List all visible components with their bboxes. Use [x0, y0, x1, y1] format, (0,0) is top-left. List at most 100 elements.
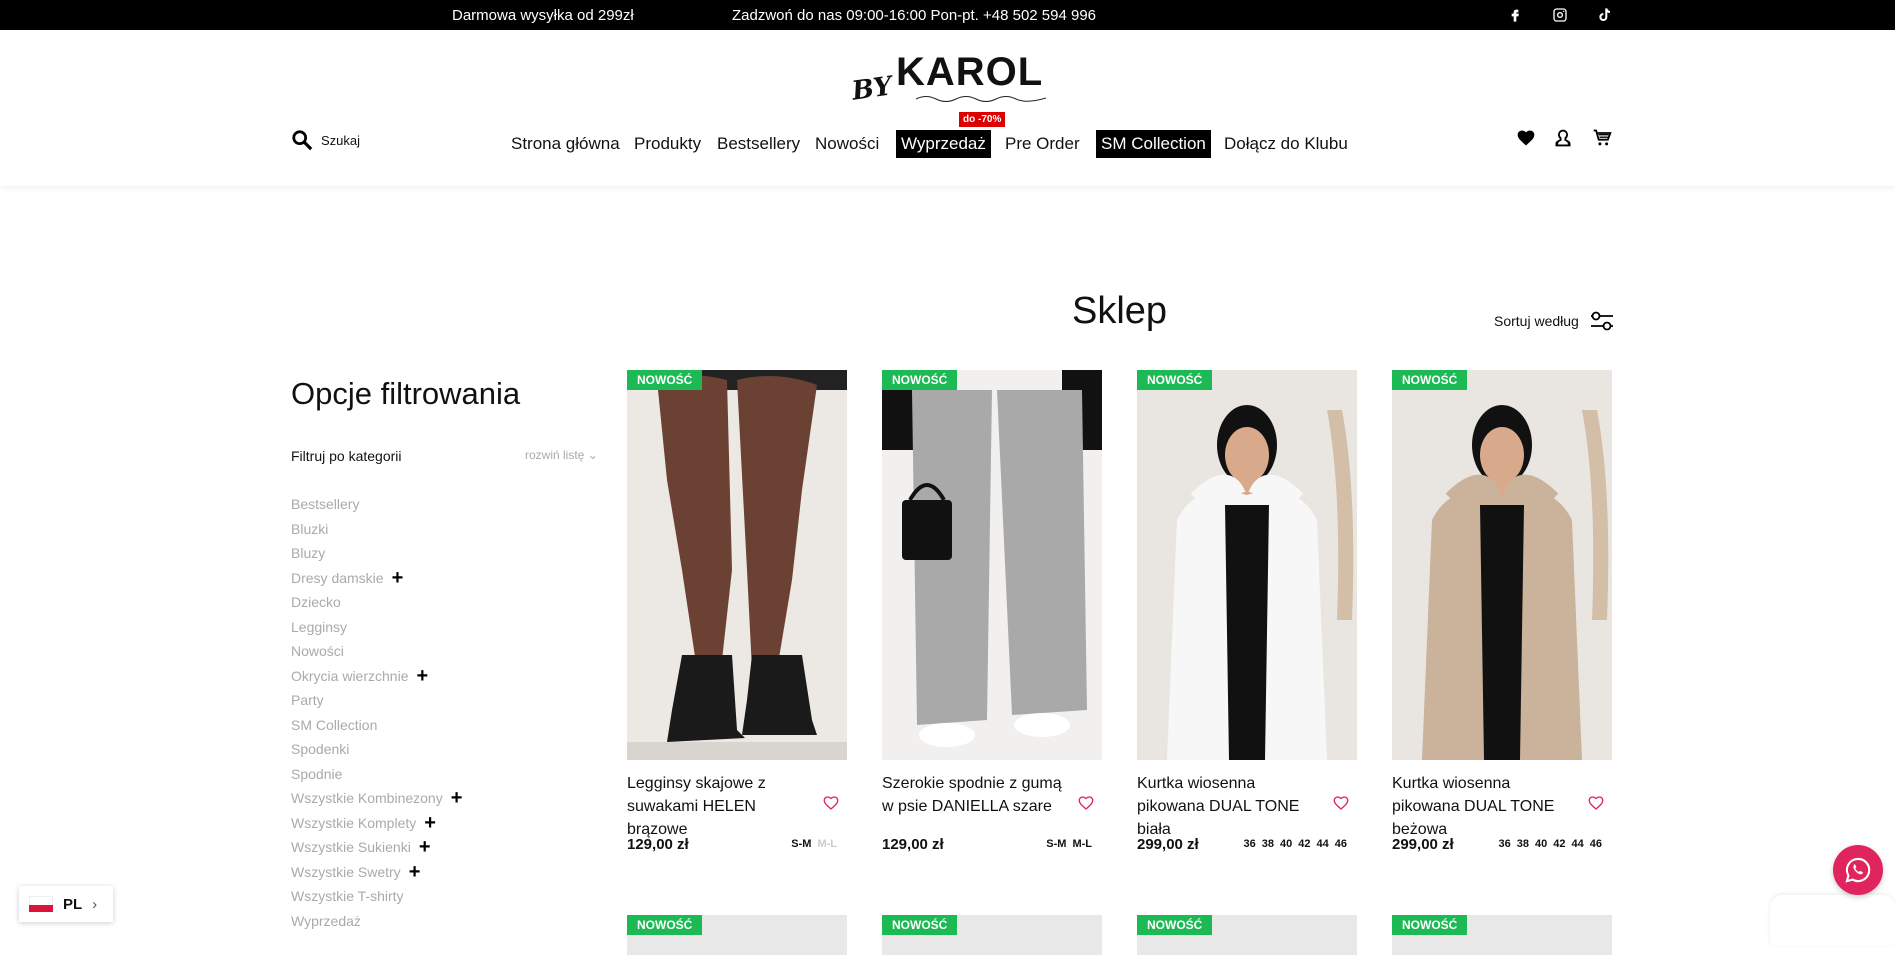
size-option[interactable]: M-L	[1072, 838, 1092, 850]
size-list: 36 38 40 42 44 46	[1244, 838, 1348, 850]
product-card[interactable]: NOWOŚĆ	[627, 915, 847, 955]
plus-icon[interactable]: +	[419, 837, 431, 857]
size-option[interactable]: 46	[1335, 838, 1347, 850]
account-icon[interactable]	[1551, 126, 1575, 150]
size-option[interactable]: S-M	[791, 838, 811, 850]
cart-icon[interactable]	[1590, 126, 1614, 150]
product-card[interactable]: NOWOŚĆ Kurtka wiosenna pikowana DUAL TONE…	[1137, 370, 1357, 853]
category-label: Okrycia wierzchnie	[291, 667, 409, 684]
category-item[interactable]: Party	[291, 688, 462, 713]
product-image-wrap[interactable]: NOWOŚĆ	[882, 370, 1102, 760]
category-item[interactable]: Bestsellery	[291, 492, 462, 517]
category-item[interactable]: Wszystkie Swetry +	[291, 860, 462, 885]
category-item[interactable]: Dresy damskie +	[291, 566, 462, 591]
tiktok-icon[interactable]	[1594, 5, 1614, 25]
page-title: Sklep	[1072, 290, 1168, 332]
product-image[interactable]	[1137, 370, 1357, 760]
plus-icon[interactable]: +	[451, 788, 463, 808]
category-item[interactable]: Wyprzedaż	[291, 909, 462, 934]
category-label: Wszystkie Swetry	[291, 863, 401, 880]
product-name[interactable]: Szerokie spodnie z gumą w psie DANIELLA …	[882, 772, 1062, 818]
product-price: 129,00 zł	[627, 836, 689, 853]
site-logo[interactable]: BY KAROL	[850, 46, 1055, 107]
size-option[interactable]: 46	[1590, 838, 1602, 850]
size-option[interactable]: 42	[1298, 838, 1310, 850]
whatsapp-button[interactable]	[1833, 845, 1883, 895]
facebook-icon[interactable]	[1505, 5, 1525, 25]
product-card[interactable]: NOWOŚĆ	[882, 915, 1102, 955]
sliders-icon[interactable]	[1589, 310, 1615, 332]
nav-sm-collection[interactable]: SM Collection	[1096, 130, 1211, 158]
product-card[interactable]: NOWOŚĆ Legginsy skajowe z suwakami HELEN …	[627, 370, 847, 853]
category-item[interactable]: Spodenki	[291, 737, 462, 762]
size-option[interactable]: 40	[1280, 838, 1292, 850]
nav-new[interactable]: Nowości	[815, 130, 879, 158]
category-item[interactable]: Dziecko	[291, 590, 462, 615]
product-card[interactable]: NOWOŚĆ Kurtka wiosenna pikowana DUAL TONE…	[1392, 370, 1612, 853]
expand-list-link[interactable]: rozwiń listę ⌄	[525, 448, 598, 462]
category-item[interactable]: Bluzki	[291, 517, 462, 542]
product-image[interactable]	[1392, 370, 1612, 760]
chat-widget-tab[interactable]	[1770, 895, 1895, 945]
language-switcher[interactable]: PL ›	[19, 886, 113, 922]
product-image-wrap[interactable]: NOWOŚĆ	[1392, 370, 1612, 760]
plus-icon[interactable]: +	[392, 568, 404, 588]
product-image-wrap[interactable]: NOWOŚĆ	[627, 370, 847, 760]
size-option[interactable]: S-M	[1046, 838, 1066, 850]
category-item[interactable]: Spodnie	[291, 762, 462, 787]
sale-discount-badge: do -70%	[959, 112, 1006, 127]
product-name[interactable]: Kurtka wiosenna pikowana DUAL TONE beżow…	[1392, 772, 1572, 841]
size-option[interactable]: 44	[1317, 838, 1329, 850]
chevron-right-icon: ›	[92, 895, 98, 913]
plus-icon[interactable]: +	[424, 813, 436, 833]
category-item[interactable]: SM Collection	[291, 713, 462, 738]
nav-sale[interactable]: Wyprzedaż	[896, 130, 991, 158]
wishlist-heart-icon[interactable]	[822, 794, 840, 812]
size-option[interactable]: 44	[1572, 838, 1584, 850]
category-item[interactable]: Okrycia wierzchnie +	[291, 664, 462, 689]
category-label: Legginsy	[291, 618, 348, 635]
nav-home[interactable]: Strona główna	[511, 130, 620, 158]
new-badge: NOWOŚĆ	[1137, 915, 1213, 935]
size-option[interactable]: 38	[1262, 838, 1274, 850]
category-item[interactable]: Wszystkie Komplety +	[291, 811, 462, 836]
size-option[interactable]: 38	[1517, 838, 1529, 850]
instagram-icon[interactable]	[1550, 5, 1570, 25]
wishlist-heart-icon[interactable]	[1077, 794, 1095, 812]
category-item[interactable]: Bluzy	[291, 541, 462, 566]
plus-icon[interactable]: +	[416, 666, 428, 686]
product-card[interactable]: NOWOŚĆ	[1392, 915, 1612, 955]
category-item[interactable]: Legginsy	[291, 615, 462, 640]
size-option[interactable]: 42	[1553, 838, 1565, 850]
sort-control[interactable]: Sortuj według	[1494, 310, 1615, 332]
category-item[interactable]: Wszystkie T-shirty	[291, 884, 462, 909]
size-option[interactable]: M-L	[817, 838, 837, 850]
product-card[interactable]: NOWOŚĆ Szerokie spodnie z gumą w psie DAN…	[882, 370, 1102, 853]
size-list: S-M M-L	[791, 838, 837, 850]
product-card[interactable]: NOWOŚĆ	[1137, 915, 1357, 955]
product-image-wrap[interactable]: NOWOŚĆ	[1137, 370, 1357, 760]
category-label: Wyprzedaż	[291, 912, 361, 929]
language-code: PL	[63, 895, 83, 913]
product-name[interactable]: Legginsy skajowe z suwakami HELEN brązow…	[627, 772, 807, 841]
heart-icon[interactable]	[1514, 126, 1538, 150]
category-item[interactable]: Wszystkie Kombinezony +	[291, 786, 462, 811]
product-image[interactable]	[882, 370, 1102, 760]
category-item[interactable]: Wszystkie Sukienki +	[291, 835, 462, 860]
size-option[interactable]: 40	[1535, 838, 1547, 850]
size-option[interactable]: 36	[1499, 838, 1511, 850]
chevron-down-icon: ⌄	[587, 448, 598, 462]
nav-pre-order[interactable]: Pre Order	[1005, 130, 1080, 158]
category-label: Spodenki	[291, 741, 350, 758]
nav-products[interactable]: Produkty	[634, 130, 701, 158]
nav-join-club[interactable]: Dołącz do Klubu	[1224, 130, 1348, 158]
wishlist-heart-icon[interactable]	[1332, 794, 1350, 812]
nav-bestsellers[interactable]: Bestsellery	[717, 130, 800, 158]
wishlist-heart-icon[interactable]	[1587, 794, 1605, 812]
product-image[interactable]	[627, 370, 847, 760]
size-option[interactable]: 36	[1244, 838, 1256, 850]
plus-icon[interactable]: +	[409, 862, 421, 882]
category-item[interactable]: Nowości	[291, 639, 462, 664]
product-name[interactable]: Kurtka wiosenna pikowana DUAL TONE biała	[1137, 772, 1317, 841]
new-badge: NOWOŚĆ	[627, 370, 703, 390]
